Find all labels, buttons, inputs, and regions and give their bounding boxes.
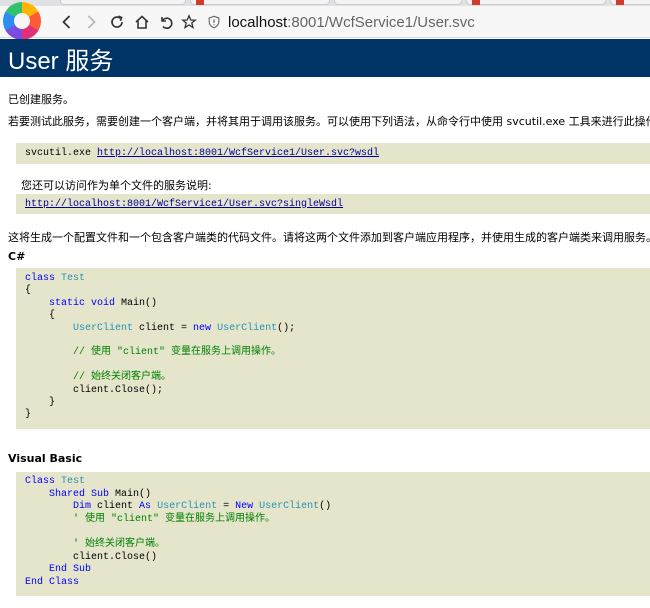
svcutil-command: svcutil.exe [25, 148, 98, 159]
code-keyword: Dim [73, 501, 92, 513]
forward-button[interactable] [80, 11, 102, 33]
csharp-label: C# [8, 250, 26, 263]
undo-icon [161, 17, 173, 29]
browser-tab[interactable] [334, 0, 462, 5]
code-line: static void Main() [25, 298, 650, 310]
code-keyword: End Class [25, 576, 80, 588]
code-line: } [25, 409, 32, 421]
code-comment: ' 始终关闭客户端。 [73, 538, 166, 550]
browser-tab[interactable] [466, 0, 606, 5]
code-line: End Sub [25, 564, 650, 577]
code-text: (); [277, 322, 296, 334]
code-type: UserClient [73, 322, 134, 334]
browser-tab[interactable] [60, 0, 186, 5]
code-text: } [49, 396, 56, 408]
reload-icon [111, 15, 123, 28]
code-line: UserClient client = new UserClient(); [25, 323, 650, 335]
code-line: // 使用 "client" 变量在服务上调用操作。 [25, 347, 650, 359]
vb-code-block: Class Test Shared Sub Main() Dim client … [16, 472, 650, 596]
code-line: ' 使用 "client" 变量在服务上调用操作。 [25, 514, 650, 527]
browser-tab[interactable] [610, 0, 650, 5]
code-text: client.Close() [73, 551, 158, 563]
svcutil-command-box: svcutil.exe http://localhost:8001/WcfSer… [16, 143, 650, 164]
code-line: client.Close() [25, 552, 650, 565]
tab-favicon-icon [472, 0, 480, 5]
code-line: Class Test [25, 476, 650, 489]
code-line: Shared Sub Main() [25, 489, 650, 502]
code-type: Test [61, 273, 86, 284]
code-text: client = [133, 322, 194, 334]
code-text: client [91, 501, 140, 513]
browser-logo-icon[interactable] [3, 2, 41, 40]
code-line: ' 始终关闭客户端。 [25, 539, 650, 552]
star-icon [181, 14, 197, 30]
url-path: :8001/WcfService1/User.svc [287, 13, 475, 31]
chevron-right-icon [87, 15, 96, 29]
undo-button[interactable] [155, 11, 177, 33]
code-text: { [49, 310, 56, 322]
page: User 服务 已创建服务。 若要测试此服务，需要创建一个客户端，并将其用于调用… [0, 39, 650, 608]
service-created-text: 已创建服务。 [8, 93, 74, 106]
code-type: Test [61, 476, 86, 487]
code-line: // 始终关闭客户端。 [25, 372, 650, 384]
vb-label: Visual Basic [8, 452, 83, 465]
address-bar[interactable]: localhost:8001/WcfService1/User.svc [200, 10, 646, 34]
chevron-left-icon [62, 15, 71, 29]
tab-favicon-icon [616, 0, 624, 5]
code-type: UserClient [217, 322, 278, 334]
code-line: Dim client As UserClient = New UserClien… [25, 501, 650, 514]
code-comment: // 始终关闭客户端。 [73, 372, 172, 384]
home-icon [135, 15, 149, 29]
page-header: User 服务 [0, 39, 650, 77]
code-type: UserClient [157, 501, 218, 513]
browser-toolbar: localhost:8001/WcfService1/User.svc [0, 2, 650, 40]
code-line: End Class [25, 577, 650, 590]
tab-favicon-icon [196, 0, 204, 5]
code-keyword: Shared Sub [49, 488, 110, 500]
code-keyword: New [235, 501, 254, 513]
code-line: client.Close(); [25, 385, 650, 397]
url-host: localhost [228, 13, 288, 31]
code-keyword: End Sub [49, 564, 92, 576]
code-comment: ' 使用 "client" 变量在服务上调用操作。 [73, 513, 276, 525]
code-keyword: class [25, 273, 56, 284]
home-button[interactable] [131, 11, 153, 33]
code-line: } [25, 397, 650, 409]
url-text[interactable]: localhost:8001/WcfService1/User.svc [228, 14, 475, 31]
bookmark-button[interactable] [178, 11, 200, 33]
code-line: { [25, 285, 32, 297]
code-text: Main() [109, 488, 152, 500]
shield-icon [206, 14, 222, 30]
code-line: { [25, 310, 650, 322]
single-file-text: 您还可以访问作为单个文件的服务说明: [21, 179, 212, 192]
generate-text: 这将生成一个配置文件和一个包含客户端类的代码文件。请将这两个文件添加到客户端应用… [8, 231, 650, 244]
csharp-code-block: class Test { static void Main() { UserCl… [16, 268, 650, 429]
code-type: UserClient [259, 501, 320, 513]
page-title: User 服务 [8, 47, 114, 75]
code-comment: // 使用 "client" 变量在服务上调用操作。 [73, 347, 282, 359]
code-text: Main() [115, 297, 158, 309]
code-keyword: new [193, 322, 212, 334]
code-keyword: Class [25, 476, 56, 487]
intro-text: 若要测试此服务，需要创建一个客户端，并将其用于调用该服务。可以使用下列语法，从命… [8, 115, 650, 128]
single-wsdl-link[interactable]: http://localhost:8001/WcfService1/User.s… [25, 199, 343, 210]
reload-button[interactable] [106, 11, 128, 33]
single-wsdl-box: http://localhost:8001/WcfService1/User.s… [16, 194, 650, 214]
code-text: client.Close(); [73, 384, 164, 396]
back-button[interactable] [56, 11, 78, 33]
code-text: () [319, 501, 332, 513]
code-text: = [217, 501, 236, 513]
code-keyword: As [139, 501, 152, 513]
browser-tab[interactable] [190, 0, 330, 5]
code-line: class Test [25, 273, 650, 285]
wsdl-link[interactable]: http://localhost:8001/WcfService1/User.s… [97, 148, 379, 159]
code-keyword: static void [49, 297, 116, 309]
